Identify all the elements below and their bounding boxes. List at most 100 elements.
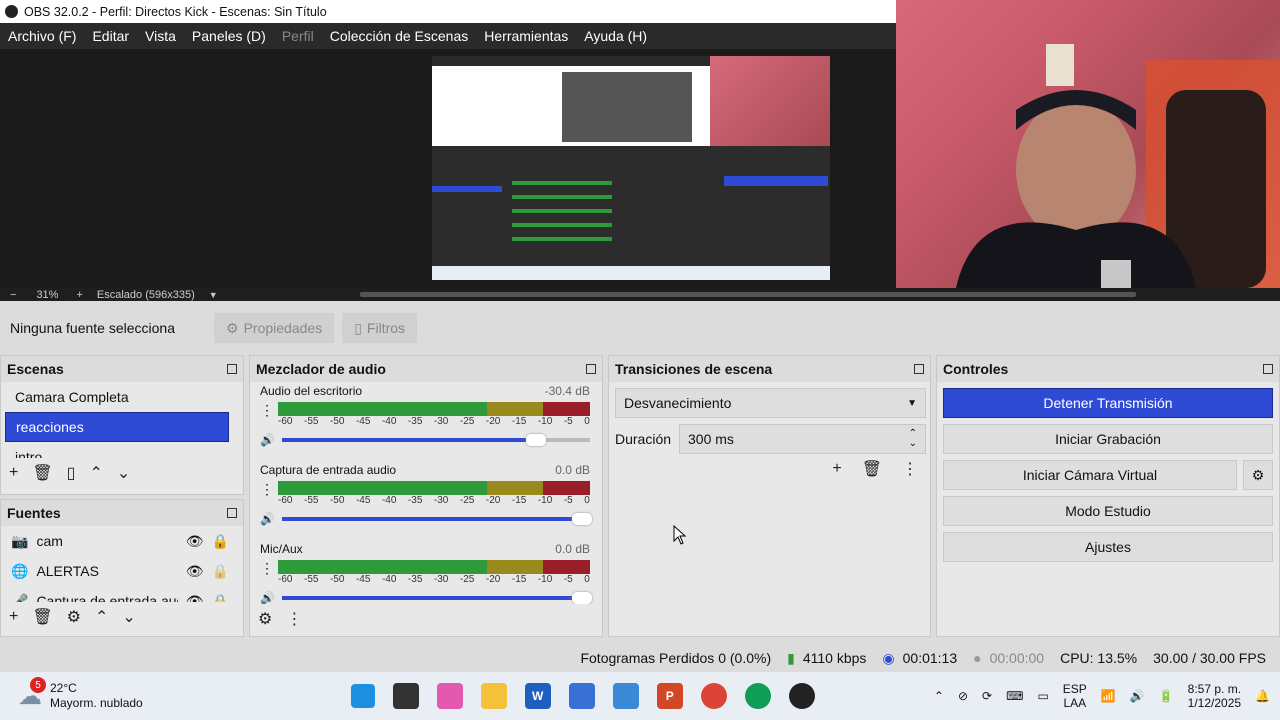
more-vertical-icon[interactable]: ⋮ xyxy=(286,609,302,629)
lock-icon[interactable]: 🔒 xyxy=(212,533,229,550)
preview-scene-image[interactable] xyxy=(432,56,830,280)
virtual-cam-settings-button[interactable]: ⚙ xyxy=(1243,460,1273,490)
spin-arrows-icon[interactable]: ⌃ ⌄ xyxy=(909,429,917,449)
menu-perfil[interactable]: Perfil xyxy=(282,28,314,44)
scene-item-selected[interactable]: reacciones xyxy=(5,412,229,442)
chevron-down-icon[interactable]: ⌄ xyxy=(122,607,135,627)
undock-icon[interactable] xyxy=(914,364,924,374)
battery-icon[interactable]: 🔋 xyxy=(1159,689,1174,703)
windows-start-icon[interactable] xyxy=(350,684,375,708)
mixer-settings-icon[interactable]: ⚙ xyxy=(258,609,272,629)
add-icon[interactable]: + xyxy=(832,460,841,478)
undock-icon[interactable] xyxy=(227,508,237,518)
status-bar: Fotogramas Perdidos 0 (0.0%) ▮ 4110 kbps… xyxy=(0,644,1280,672)
chevron-up-icon[interactable]: ⌃ xyxy=(934,689,944,703)
fps: 30.00 / 30.00 FPS xyxy=(1153,650,1266,666)
volume-icon[interactable]: 🔊 xyxy=(1130,689,1145,703)
volume-slider[interactable] xyxy=(282,513,592,525)
menu-archivo[interactable]: Archivo (F) xyxy=(8,28,76,44)
weather-widget[interactable]: ☁ 5 22°C Mayorm. nublado xyxy=(18,677,143,711)
scaling-dropdown-icon[interactable]: ▼ xyxy=(209,290,218,300)
speaker-icon[interactable]: 🔊 xyxy=(260,433,275,447)
filters-icon[interactable]: ▯ xyxy=(67,463,76,483)
chevron-down-icon[interactable]: ⌄ xyxy=(117,463,130,483)
menu-paneles[interactable]: Paneles (D) xyxy=(192,28,266,44)
undock-icon[interactable] xyxy=(586,364,596,374)
stop-stream-button[interactable]: Detener Transmisión xyxy=(943,388,1273,418)
more-vertical-icon[interactable]: ⋮ xyxy=(260,560,274,577)
undock-icon[interactable] xyxy=(1263,364,1273,374)
lock-icon[interactable]: 🔒 xyxy=(212,593,229,603)
chevron-up-icon[interactable]: ⌃ xyxy=(95,607,108,627)
source-item[interactable]: 📷 cam 👁 🔒 xyxy=(1,526,243,556)
menu-editar[interactable]: Editar xyxy=(92,28,129,44)
zoom-out-button[interactable]: − xyxy=(10,289,16,301)
network-off-icon[interactable]: ⊘ xyxy=(958,689,968,703)
menu-ayuda[interactable]: Ayuda (H) xyxy=(584,28,647,44)
copilot-icon[interactable] xyxy=(436,683,463,709)
speaker-icon[interactable]: 🔊 xyxy=(260,512,275,526)
undock-icon[interactable] xyxy=(227,364,237,374)
menu-herramientas[interactable]: Herramientas xyxy=(484,28,568,44)
store-icon[interactable] xyxy=(568,683,595,709)
more-vertical-icon[interactable]: ⋮ xyxy=(260,481,274,498)
task-view-icon[interactable] xyxy=(392,683,419,709)
gear-icon[interactable]: ⚙ xyxy=(67,607,81,627)
chevron-up-icon[interactable]: ⌃ xyxy=(89,463,102,483)
lock-icon[interactable]: 🔒 xyxy=(212,563,229,580)
scale-tick: -10 xyxy=(537,495,553,506)
chrome-profile-icon[interactable] xyxy=(744,683,771,709)
studio-mode-button[interactable]: Modo Estudio xyxy=(943,496,1273,526)
menu-coleccion[interactable]: Colección de Escenas xyxy=(330,28,469,44)
trash-icon[interactable]: 🗑 xyxy=(862,459,882,479)
scale-tick: -50 xyxy=(329,574,345,585)
menu-vista[interactable]: Vista xyxy=(145,28,176,44)
transitions-toolbar: + 🗑 ⋮ xyxy=(609,454,930,484)
filters-button[interactable]: ▯ Filtros xyxy=(342,313,418,343)
display-icon[interactable]: ▭ xyxy=(1037,689,1048,703)
eye-icon[interactable]: 👁 xyxy=(186,593,204,603)
language-indicator[interactable]: ESP LAA xyxy=(1063,682,1087,710)
file-explorer-icon[interactable] xyxy=(480,683,507,709)
calendar-icon[interactable] xyxy=(612,683,639,709)
webcam-feed xyxy=(896,0,1280,288)
scale-tick: -30 xyxy=(433,416,449,427)
trash-icon[interactable]: 🗑 xyxy=(32,607,52,627)
zoom-in-button[interactable]: + xyxy=(76,289,82,301)
scene-item[interactable]: Camara Completa xyxy=(5,382,229,412)
keyboard-icon[interactable]: ⌨ xyxy=(1006,689,1023,703)
wifi-icon[interactable]: 📶 xyxy=(1101,689,1116,703)
eye-icon[interactable]: 👁 xyxy=(186,563,204,580)
clock[interactable]: 8:57 p. m. 1/12/2025 xyxy=(1188,682,1241,710)
source-item[interactable]: 🌐 ALERTAS 👁 🔒 xyxy=(1,556,243,586)
powerpoint-icon[interactable]: P xyxy=(656,683,683,709)
volume-slider[interactable] xyxy=(282,434,590,446)
transition-select[interactable]: Desvanecimiento ▼ xyxy=(615,388,926,418)
word-icon[interactable]: W xyxy=(524,683,551,709)
properties-button[interactable]: ⚙ Propiedades xyxy=(214,313,335,343)
source-item[interactable]: 🎤 Captura de entrada aud 👁 🔒 xyxy=(1,586,243,603)
eye-icon[interactable]: 👁 xyxy=(186,533,204,550)
chrome-icon[interactable] xyxy=(700,683,727,709)
volume-slider-handle[interactable] xyxy=(572,592,592,604)
more-vertical-icon[interactable]: ⋮ xyxy=(260,402,274,419)
notification-icon[interactable]: 🔔 xyxy=(1255,689,1270,703)
add-icon[interactable]: + xyxy=(9,464,18,482)
source-toolbar: Ninguna fuente selecciona ⚙ Propiedades … xyxy=(0,301,1280,355)
trash-icon[interactable]: 🗑 xyxy=(32,463,52,483)
start-virtual-cam-button[interactable]: Iniciar Cámara Virtual xyxy=(943,460,1237,490)
scene-item[interactable]: intro xyxy=(5,442,229,458)
more-vertical-icon[interactable]: ⋮ xyxy=(902,459,918,479)
duration-spinbox[interactable]: 300 ms ⌃ ⌄ xyxy=(679,424,926,454)
volume-slider[interactable] xyxy=(282,592,592,604)
settings-button[interactable]: Ajustes xyxy=(943,532,1273,562)
volume-slider-handle[interactable] xyxy=(572,513,592,525)
obs-icon[interactable] xyxy=(788,683,815,709)
start-record-button[interactable]: Iniciar Grabación xyxy=(943,424,1273,454)
scenes-panel: Escenas Camara Completa reacciones intro… xyxy=(0,355,244,495)
add-icon[interactable]: + xyxy=(9,608,18,626)
preview-scrollbar[interactable] xyxy=(360,292,1136,297)
speaker-icon[interactable]: 🔊 xyxy=(260,591,275,604)
sync-icon[interactable]: ⟳ xyxy=(982,689,992,703)
volume-slider-handle[interactable] xyxy=(525,434,546,446)
